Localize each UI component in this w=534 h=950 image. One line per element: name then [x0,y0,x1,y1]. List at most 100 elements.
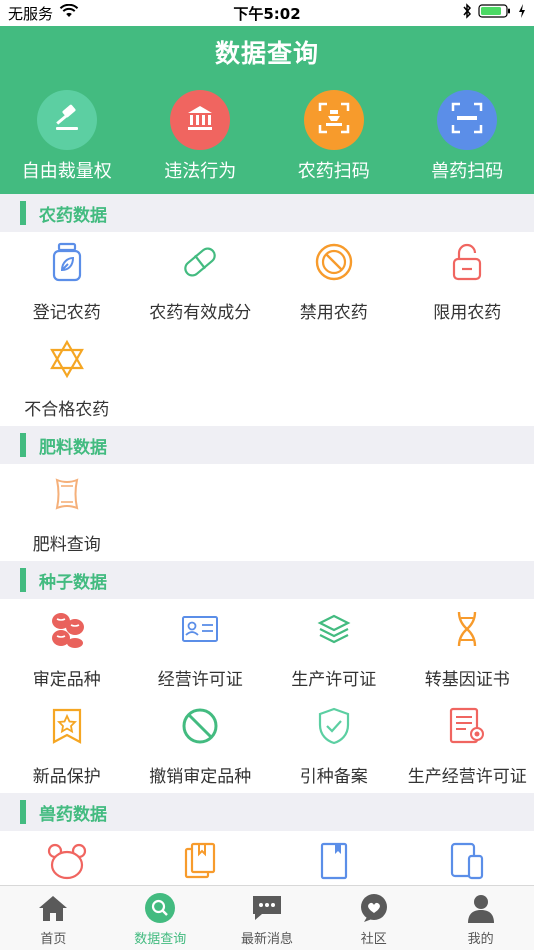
grid-item-revoked-variety[interactable]: 撤销审定品种 [134,696,268,793]
quick-action-violations[interactable]: 违法行为 [134,90,268,183]
quick-actions: 自由裁量权 违法行为 农药扫码 兽药扫码 [0,90,534,183]
section-header-pesticide: 农药数据 [0,194,534,232]
forbidden-icon [314,242,354,286]
grid-item-label: 农药有效成分 [149,303,252,323]
grid-item-vet-1[interactable] [0,831,134,885]
tab-label: 我的 [467,932,494,947]
grid-item-label: 禁用农药 [299,303,368,323]
section-header-seed: 种子数据 [0,561,534,599]
bluetooth-icon [462,3,472,23]
content-scroll[interactable]: 农药数据 登记农药 农药有效成分 禁用农药 限用农药 不合格农药 肥料数据 肥料… [0,194,534,885]
tab-profile[interactable]: 我的 [427,886,534,950]
status-bar: 无服务 下午5:02 [0,0,534,26]
message-icon [250,893,284,927]
quick-action-circle [437,90,498,150]
scan-barcode-icon [450,101,484,139]
courthouse-icon [184,102,216,138]
carrier-label: 无服务 [8,4,54,23]
grid-item-label: 限用农药 [433,303,502,323]
tab-label: 最新消息 [240,932,293,947]
section-accent-bar [20,201,26,225]
tab-latest-news[interactable]: 最新消息 [214,886,321,950]
quick-action-circle [170,90,231,150]
quick-action-pesticide-scan[interactable]: 农药扫码 [267,90,401,183]
grid-item-banned-pesticide[interactable]: 禁用农药 [267,232,401,329]
page-title: 数据查询 [214,39,319,68]
books-icon [182,841,218,885]
grid-item-label: 登记农药 [32,303,101,323]
charging-icon [518,4,526,22]
gavel-icon [50,101,84,139]
grid-item-business-license[interactable]: 经营许可证 [134,599,268,696]
home-icon [37,893,69,927]
section-title: 种子数据 [39,572,107,593]
grid-item-vet-2[interactable] [134,831,268,885]
grid-item-vet-4[interactable] [401,831,534,885]
devices-icon [449,841,485,885]
quick-action-circle [36,90,97,150]
grid-item-substandard-pesticide[interactable]: 不合格农药 [0,329,134,426]
fertilizer-bag-icon [52,476,82,516]
header: 数据查询 自由裁量权 违法行为 农药扫码 兽药扫码 [0,26,534,194]
grid-item-registered-pesticide[interactable]: 登记农药 [0,232,134,329]
quick-action-label: 农药扫码 [297,161,370,182]
shield-check-icon [316,706,352,750]
tab-home[interactable]: 首页 [0,886,107,950]
grid-item-production-license[interactable]: 生产许可证 [267,599,401,696]
bookmark-book-icon [318,841,350,885]
grid-item-restricted-pesticide[interactable]: 限用农药 [401,232,534,329]
id-card-icon [180,612,220,650]
seed-grid: 审定品种 经营许可证 生产许可证 转基因证书 新品保护 撤销审定品种 引种备案 … [0,599,534,793]
section-accent-bar [20,433,26,457]
grid-item-production-business-license[interactable]: 生产经营许可证 [401,696,534,793]
wifi-icon [59,3,79,22]
seeds-icon [47,609,87,653]
section-header-fertilizer: 肥料数据 [0,426,534,464]
cancel-icon [180,706,220,750]
veterinary-grid [0,831,534,885]
grid-item-label: 引种备案 [299,767,368,787]
tab-bar: 首页 数据查询 最新消息 社区 我的 [0,885,534,950]
grid-item-active-ingredient[interactable]: 农药有效成分 [134,232,268,329]
section-accent-bar [20,568,26,592]
grid-item-vet-3[interactable] [267,831,401,885]
section-title: 农药数据 [39,205,107,226]
grid-item-label: 撤销审定品种 [149,767,252,787]
grid-item-label: 生产许可证 [291,670,377,690]
tab-label: 社区 [360,932,387,947]
grid-item-new-variety-protection[interactable]: 新品保护 [0,696,134,793]
fertilizer-grid: 肥料查询 [0,464,534,561]
tab-label: 数据查询 [134,932,187,947]
search-icon [144,892,176,928]
lock-icon [450,242,484,286]
section-accent-bar [20,800,26,824]
tab-label: 首页 [40,932,67,947]
quick-action-label: 违法行为 [164,161,237,182]
grid-item-fertilizer-query[interactable]: 肥料查询 [0,464,134,561]
section-title: 肥料数据 [39,437,107,458]
quick-action-discretion[interactable]: 自由裁量权 [0,90,134,183]
community-icon [358,892,390,928]
grid-item-introduction-record[interactable]: 引种备案 [267,696,401,793]
grid-item-approved-variety[interactable]: 审定品种 [0,599,134,696]
status-time: 下午5:02 [233,4,301,23]
grid-item-label: 经营许可证 [157,670,243,690]
tab-data-query[interactable]: 数据查询 [107,886,214,950]
dna-icon [452,609,482,653]
quick-action-vet-scan[interactable]: 兽药扫码 [401,90,534,183]
scan-code-icon [317,101,351,139]
pesticide-grid: 登记农药 农药有效成分 禁用农药 限用农药 不合格农药 [0,232,534,426]
capsule-icon [180,242,220,286]
profile-icon [465,892,497,928]
bear-icon [47,841,87,885]
quick-action-circle [303,90,364,150]
star-of-david-icon [47,339,87,383]
tab-community[interactable]: 社区 [320,886,427,950]
star-badge-icon [51,707,83,749]
section-title: 兽药数据 [39,804,107,825]
grid-item-gmo-certificate[interactable]: 转基因证书 [401,599,534,696]
pesticide-bottle-icon [50,242,84,286]
grid-item-label: 转基因证书 [424,670,510,690]
layers-icon [316,611,352,651]
quick-action-label: 自由裁量权 [21,161,112,182]
